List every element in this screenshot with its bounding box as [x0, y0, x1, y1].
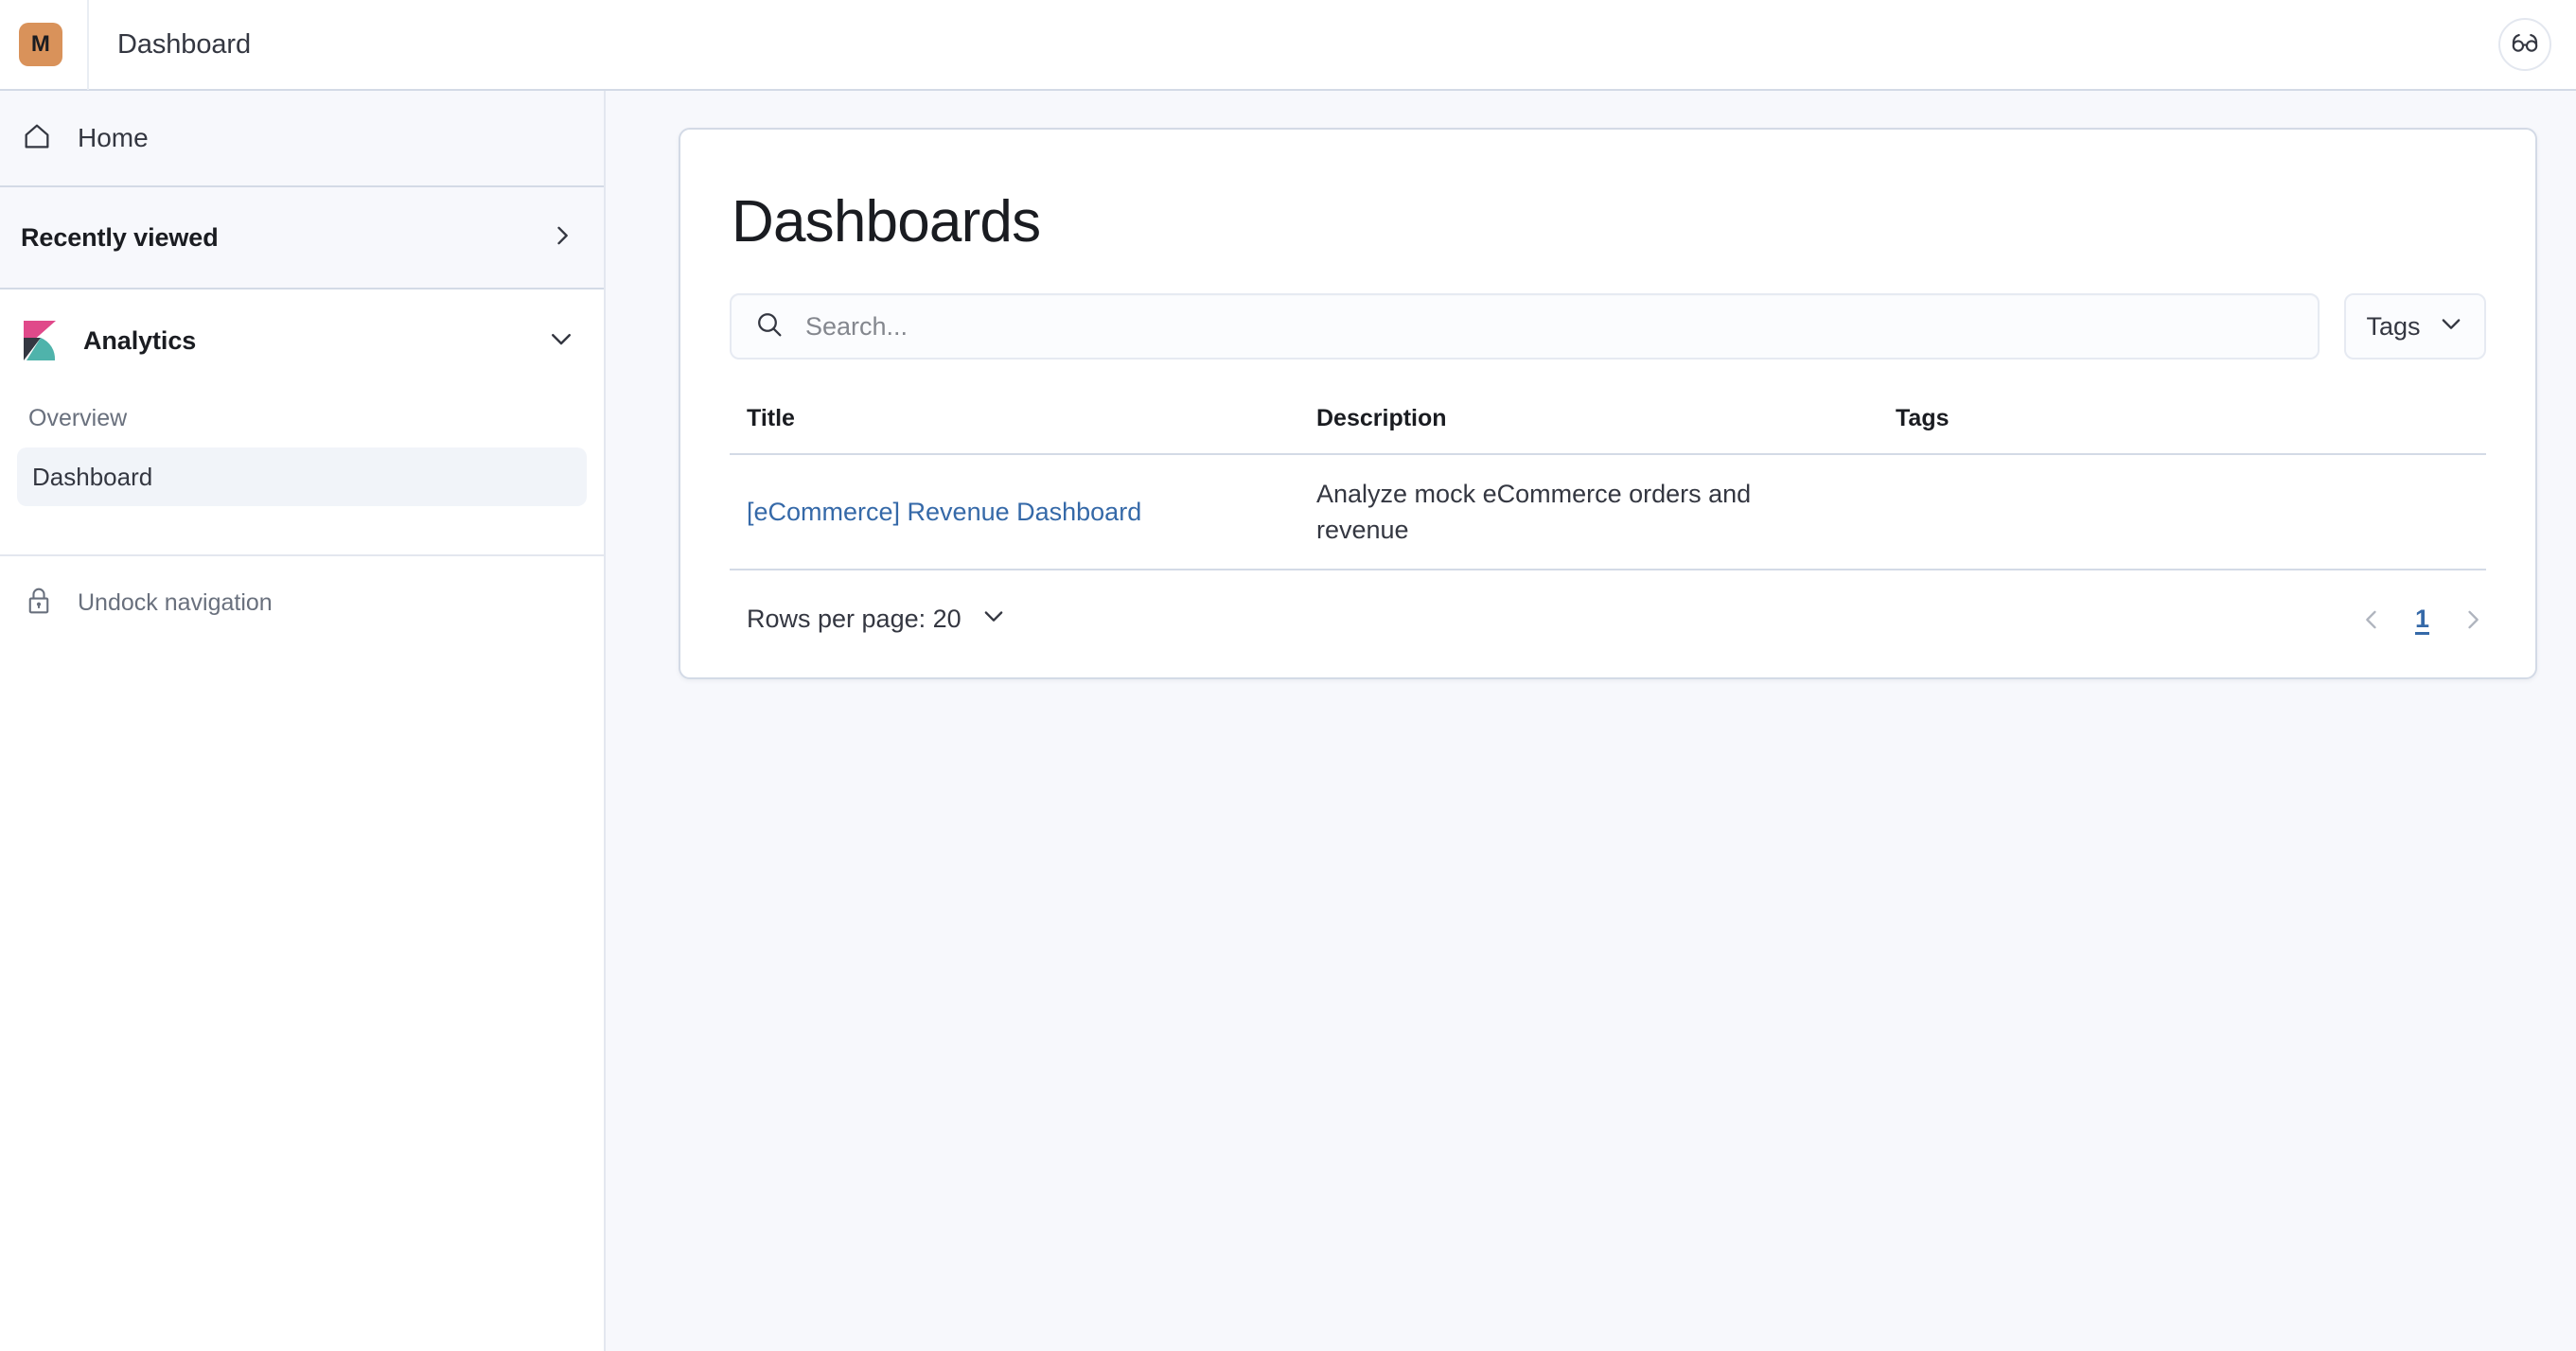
avatar[interactable]: M [19, 23, 62, 66]
sidebar-item-label-analytics: Analytics [83, 325, 197, 355]
column-header-description[interactable]: Description [1316, 405, 1896, 432]
chevron-right-icon[interactable] [2460, 606, 2486, 633]
sidebar-item-home[interactable]: Home [0, 91, 604, 187]
app-header: M Dashboard [0, 0, 2576, 91]
undock-navigation-button[interactable]: Undock navigation [0, 554, 604, 649]
lock-icon [25, 586, 53, 621]
header-right-group [2498, 18, 2551, 71]
rows-per-page-label: Rows per page: 20 [747, 605, 962, 634]
tags-filter-label: Tags [2366, 311, 2421, 341]
search-and-filter-row: Tags [730, 293, 2486, 360]
dashboards-panel: Dashboards Tags [679, 128, 2537, 680]
main-content: Dashboards Tags [606, 91, 2576, 1351]
rows-per-page-button[interactable]: Rows per page: 20 [730, 603, 1007, 636]
sidebar-item-recently-viewed[interactable]: Recently viewed [0, 187, 604, 290]
chevron-down-icon [2438, 310, 2464, 343]
chevron-down-icon[interactable] [547, 325, 575, 358]
table-footer: Rows per page: 20 1 [730, 570, 2486, 636]
chevron-right-icon[interactable] [549, 222, 575, 254]
column-header-title[interactable]: Title [730, 405, 1316, 432]
table-cell-description: Analyze mock eCommerce orders and revenu… [1316, 479, 1752, 545]
sidebar: Home Recently viewed Analytics Overview … [0, 91, 606, 1351]
search-icon [754, 309, 785, 344]
dashboard-link[interactable]: [eCommerce] Revenue Dashboard [747, 498, 1141, 526]
kibana-logo-icon [21, 321, 59, 360]
sidebar-item-analytics[interactable]: Analytics [0, 290, 604, 392]
sidebar-group-title-overview: Overview [28, 405, 128, 431]
table-cell-title: [eCommerce] Revenue Dashboard [730, 498, 1316, 527]
sidebar-item-dashboard[interactable]: Dashboard [17, 447, 587, 506]
chevron-left-icon[interactable] [2358, 606, 2385, 633]
glasses-icon [2509, 26, 2541, 63]
header-divider [87, 0, 89, 90]
sidebar-item-label-home: Home [78, 123, 149, 152]
table-row: [eCommerce] Revenue Dashboard Analyze mo… [730, 455, 2486, 571]
chevron-down-icon [980, 603, 1007, 636]
search-input[interactable] [805, 311, 2318, 342]
pagination: 1 [2358, 605, 2486, 634]
dashboards-table: Title Description Tags [eCommerce] Reven… [730, 405, 2486, 571]
undock-navigation-label: Undock navigation [78, 588, 273, 616]
header-left-group: M Dashboard [0, 0, 251, 90]
pagination-page-1[interactable]: 1 [2411, 605, 2433, 634]
table-header-row: Title Description Tags [730, 405, 2486, 456]
sidebar-item-label-recently-viewed: Recently viewed [21, 222, 219, 252]
breadcrumb[interactable]: Dashboard [117, 29, 251, 61]
sidebar-item-label-dashboard: Dashboard [32, 462, 153, 491]
home-icon [21, 120, 53, 157]
column-header-tags[interactable]: Tags [1896, 405, 2486, 432]
readonly-badge[interactable] [2498, 18, 2551, 71]
tags-filter-button[interactable]: Tags [2344, 293, 2486, 360]
page-title: Dashboards [732, 189, 1041, 254]
search-box[interactable] [730, 293, 2320, 360]
